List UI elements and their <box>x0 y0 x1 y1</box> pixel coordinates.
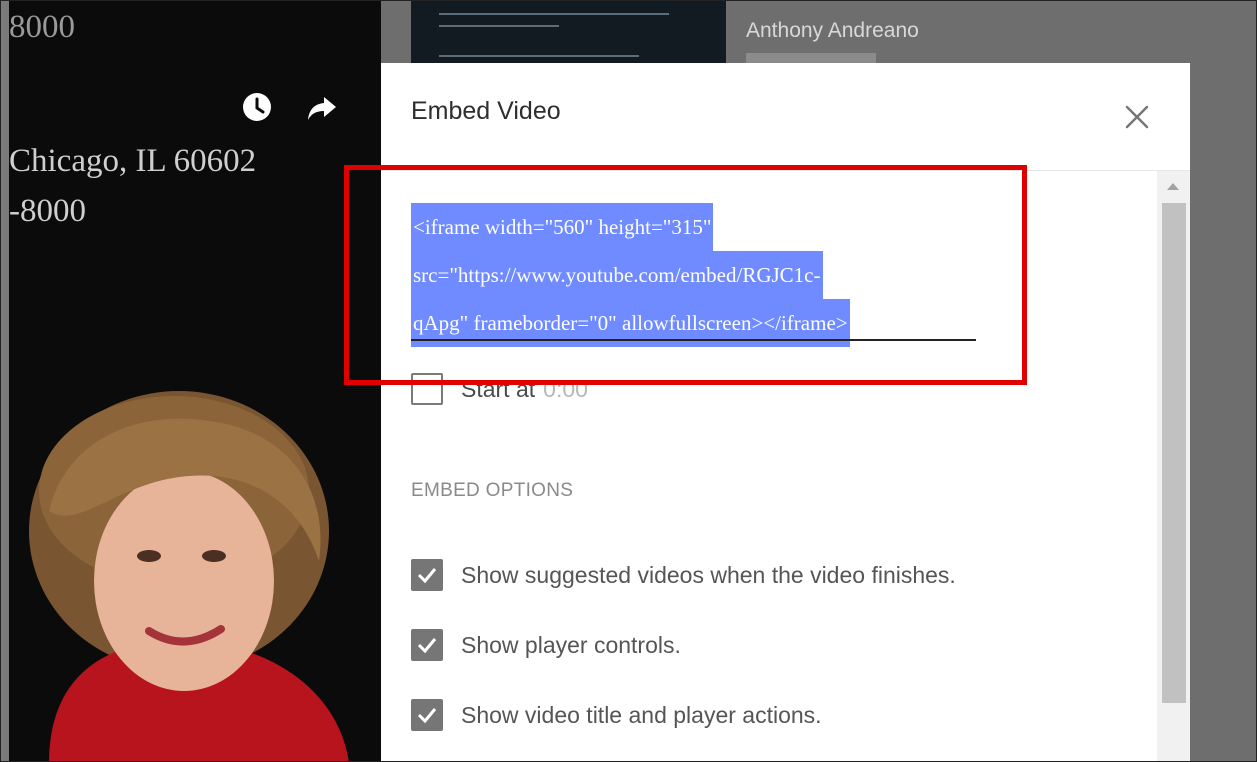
related-video-strip: Anthony Andreano <box>381 1 1256 63</box>
video-text-city: Chicago, IL 60602 <box>9 143 257 179</box>
suggested-videos-label: Show suggested videos when the video fin… <box>461 561 956 588</box>
title-actions-label: Show video title and player actions. <box>461 701 822 728</box>
related-video-thumbnail[interactable] <box>411 1 726 63</box>
video-text-phone-top: 8000 <box>9 9 75 45</box>
scrollbar-thumb[interactable] <box>1162 203 1186 703</box>
video-text-phone: -8000 <box>9 193 86 229</box>
clock-icon[interactable] <box>241 91 273 123</box>
dialog-scrollbar[interactable] <box>1157 171 1190 761</box>
suggested-videos-checkbox[interactable] <box>411 559 443 591</box>
option-suggested-videos[interactable]: Show suggested videos when the video fin… <box>411 559 956 591</box>
presenter-image <box>9 391 381 761</box>
close-icon[interactable] <box>1120 100 1154 134</box>
annotation-highlight-box <box>344 165 1027 385</box>
dialog-header: Embed Video <box>381 63 1190 171</box>
option-player-controls[interactable]: Show player controls. <box>411 629 681 661</box>
player-controls-label: Show player controls. <box>461 631 681 658</box>
scroll-up-arrow-icon[interactable] <box>1167 183 1179 190</box>
page-overlay-right <box>1190 63 1256 761</box>
channel-name[interactable]: Anthony Andreano <box>746 19 919 43</box>
dialog-title: Embed Video <box>411 97 561 125</box>
video-player-background: 8000 Chicago, IL 60602 -8000 <box>9 1 381 761</box>
channel-meta <box>746 53 876 63</box>
option-title-actions[interactable]: Show video title and player actions. <box>411 699 822 731</box>
screenshot-frame: 8000 Chicago, IL 60602 -8000 Anthony And… <box>0 0 1257 762</box>
share-arrow-icon[interactable] <box>306 91 338 123</box>
player-controls-checkbox[interactable] <box>411 629 443 661</box>
checkmark-icon <box>417 708 437 724</box>
checkmark-icon <box>417 568 437 584</box>
checkmark-icon <box>417 638 437 654</box>
embed-options-heading: EMBED OPTIONS <box>411 480 574 501</box>
title-actions-checkbox[interactable] <box>411 699 443 731</box>
